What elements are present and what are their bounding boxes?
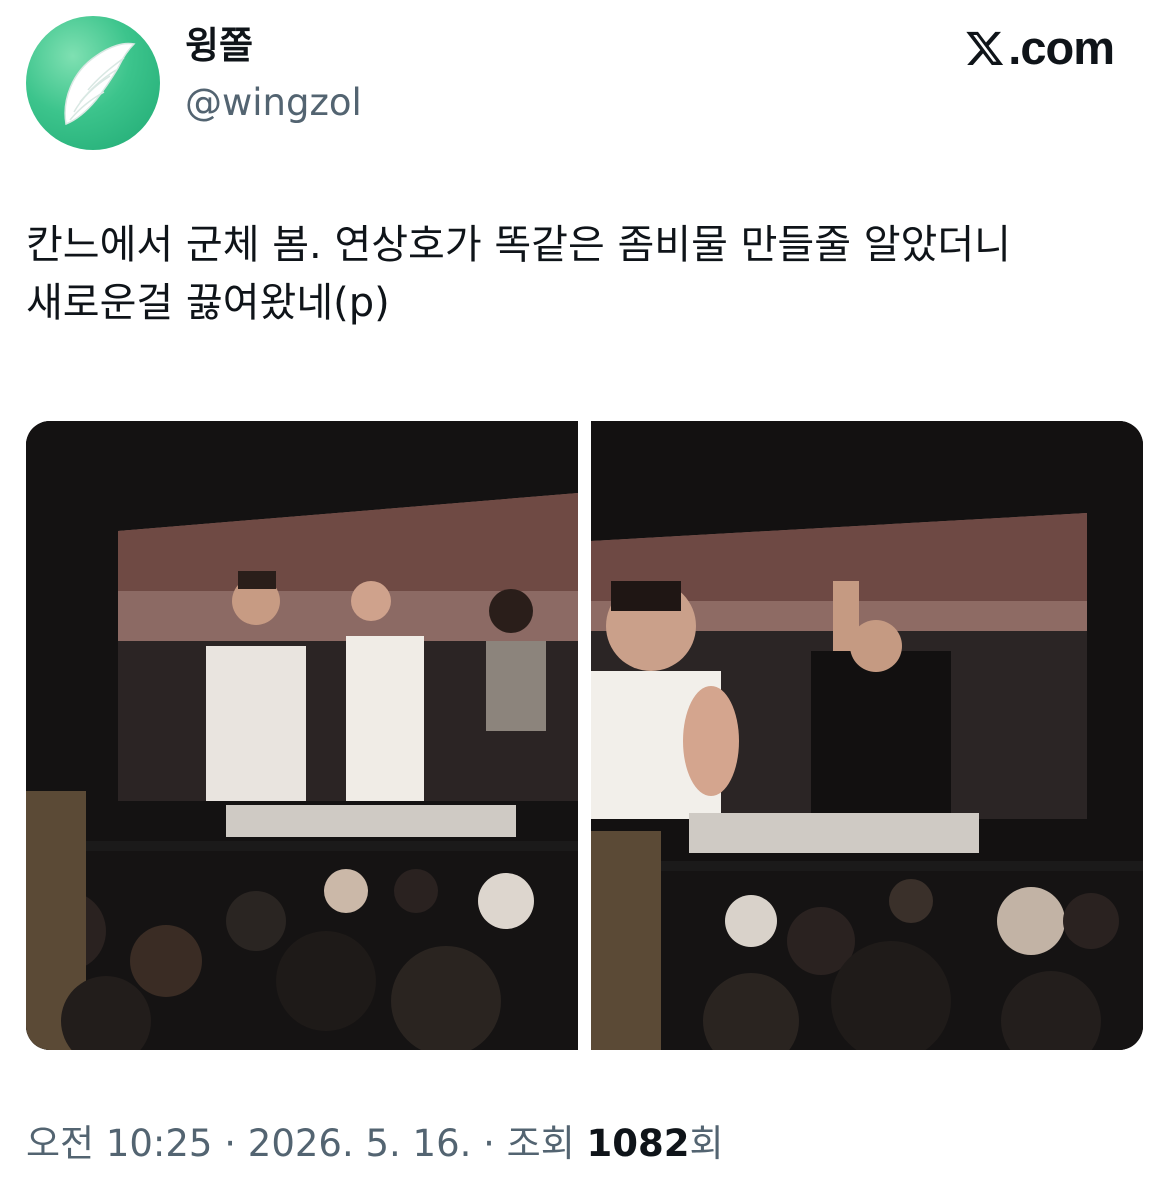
angel-wing-icon <box>64 42 136 126</box>
handle[interactable]: @wingzol <box>185 79 362 127</box>
timestamp-time[interactable]: 오전 10:25 <box>26 1122 212 1165</box>
tweet-meta: 오전 10:25 · 2026. 5. 16. · 조회 1082회 <box>26 1118 724 1170</box>
meta-separator: · <box>224 1122 237 1165</box>
x-logo-icon <box>966 31 1004 65</box>
photo-icon <box>591 421 1143 1050</box>
tweet-card: 윙쫄 @wingzol .com 칸느에서 군체 봄. 연상호가 똑같은 좀비물… <box>0 0 1170 1202</box>
meta-separator: · <box>483 1122 495 1165</box>
views-suffix: 회 <box>689 1122 724 1165</box>
brand-label: .com <box>1008 21 1115 74</box>
display-name[interactable]: 윙쫄 <box>185 22 253 70</box>
views-label: 조회 <box>506 1122 575 1165</box>
media-grid <box>26 421 1143 1050</box>
views-count: 1082 <box>586 1122 690 1165</box>
photo-left[interactable] <box>26 421 578 1050</box>
photo-right[interactable] <box>591 421 1143 1050</box>
tweet-text: 칸느에서 군체 봄. 연상호가 똑같은 좀비물 만들줄 알았더니 새로운걸 끓여… <box>26 222 1024 326</box>
photo-icon <box>26 421 578 1050</box>
avatar[interactable] <box>26 16 160 150</box>
timestamp-date[interactable]: 2026. 5. 16. <box>248 1122 472 1165</box>
x-brand: .com <box>965 21 1115 74</box>
